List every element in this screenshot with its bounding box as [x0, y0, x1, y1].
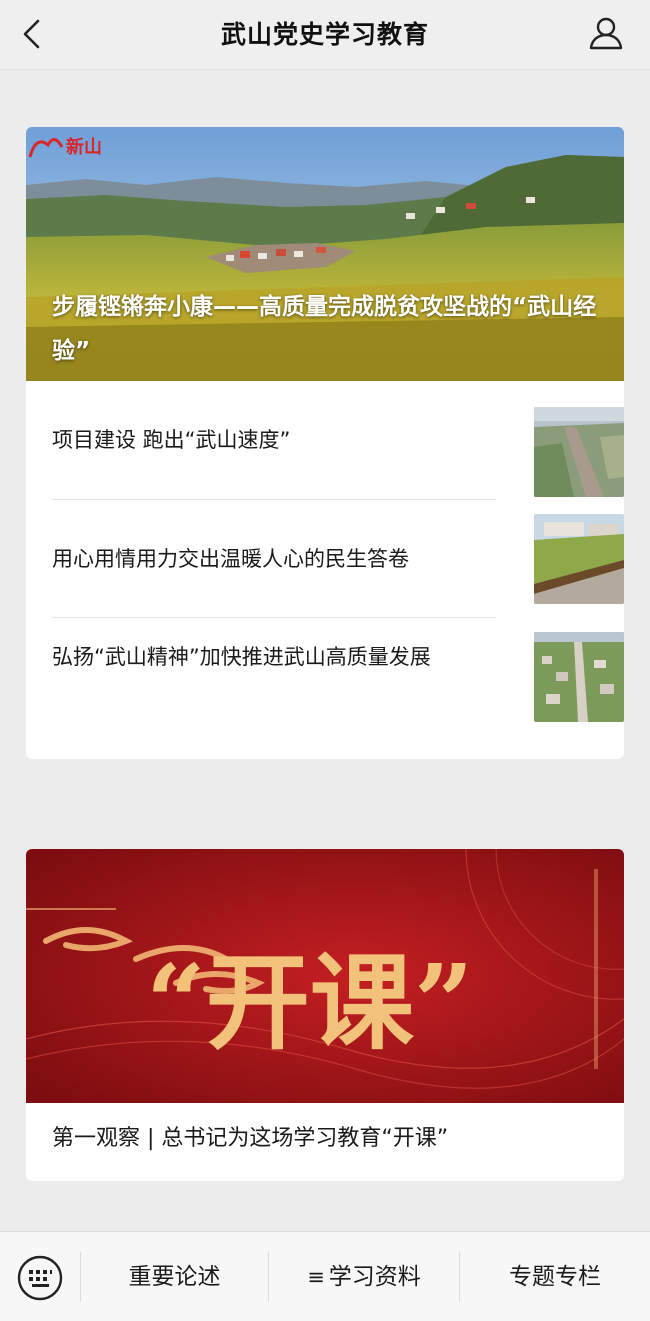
menu-list-icon: ≡ — [307, 1265, 325, 1289]
hero-title: 步履铿锵奔小康——高质量完成脱贫攻坚战的“武山经验” — [52, 294, 597, 364]
page-title: 武山党史学习教育 — [220, 20, 429, 49]
keyboard-toggle-button[interactable] — [16, 1254, 64, 1302]
feature-card: 步履铿锵奔小康——高质量完成脱贫攻坚战的“武山经验” 新山 项目建设 跑出“武山… — [26, 127, 624, 759]
banner-graphic: “开课” — [26, 849, 624, 1103]
news-item[interactable]: 项目建设 跑出“武山速度” — [52, 381, 624, 499]
course-banner-image: “开课” — [26, 849, 624, 1103]
course-card[interactable]: “开课” 第一观察 | 总书记为这场学习教育“开课” — [26, 849, 624, 1181]
profile-button[interactable] — [586, 13, 626, 53]
course-card-title: 第一观察 | 总书记为这场学习教育“开课” — [52, 1126, 449, 1151]
xinwushan-logo: 新山 — [28, 136, 102, 158]
news-item-title: 弘扬“武山精神”加快推进武山高质量发展 — [52, 645, 431, 669]
menu-item-special-column[interactable]: 专题专栏 — [460, 1232, 650, 1321]
bottom-menu-bar: 重要论述 ≡ 学习资料 专题专栏 — [0, 1231, 650, 1321]
svg-text:新山: 新山 — [66, 136, 102, 158]
news-thumbnail — [534, 632, 624, 722]
news-item-title: 用心用情用力交出温暖人心的民生答卷 — [52, 547, 409, 571]
menu-item-label: 重要论述 — [128, 1264, 221, 1290]
keyboard-icon — [17, 1255, 63, 1301]
banner-title-text: “开课” — [146, 941, 474, 1064]
top-nav-bar: 武山党史学习教育 — [0, 0, 650, 70]
hero-article[interactable]: 步履铿锵奔小康——高质量完成脱贫攻坚战的“武山经验” 新山 — [26, 127, 624, 381]
menu-item-study-materials[interactable]: ≡ 学习资料 — [269, 1232, 459, 1321]
menu-item-label: 专题专栏 — [509, 1264, 601, 1290]
news-item-title: 项目建设 跑出“武山速度” — [52, 428, 291, 452]
menu-item-important-remarks[interactable]: 重要论述 — [81, 1232, 268, 1321]
news-list: 项目建设 跑出“武山速度” 用心用情用力交出温暖人心的民生答卷 弘扬“武山精神”… — [26, 381, 624, 747]
user-icon — [589, 17, 623, 50]
news-item[interactable]: 用心用情用力交出温暖人心的民生答卷 — [52, 499, 624, 617]
news-thumbnail — [534, 407, 624, 497]
menu-item-label: 学习资料 — [328, 1264, 421, 1290]
news-thumbnail — [534, 514, 624, 604]
news-item[interactable]: 弘扬“武山精神”加快推进武山高质量发展 — [52, 617, 624, 747]
